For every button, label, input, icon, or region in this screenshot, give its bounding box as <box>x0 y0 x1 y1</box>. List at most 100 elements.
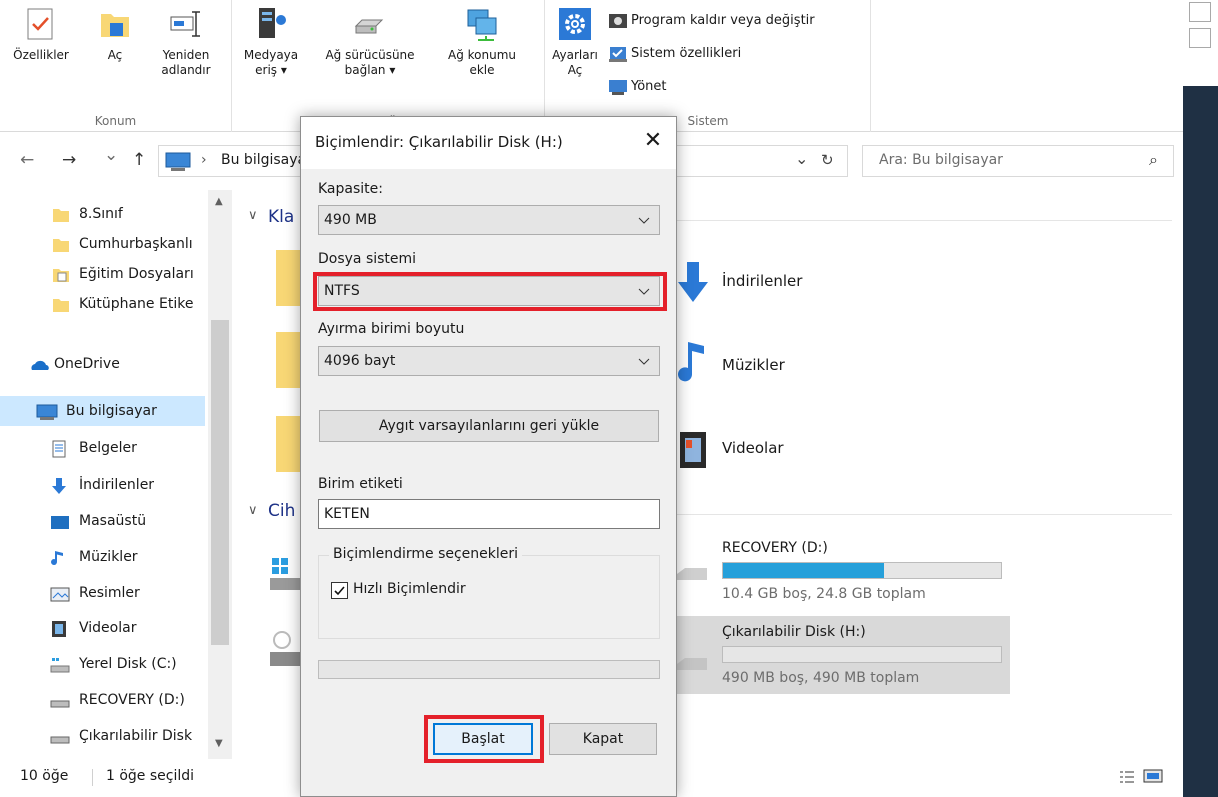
drive-tile-recovery[interactable]: RECOVERY (D:) 10.4 GB boş, 24.8 GB topla… <box>677 530 1012 612</box>
nav-item-egitim-dosyalari[interactable]: Eğitim Dosyaları <box>0 259 205 289</box>
nav-item-onedrive[interactable]: OneDrive <box>0 349 205 379</box>
search-box[interactable]: Ara: Bu bilgisayar ⌕ <box>862 145 1174 177</box>
drive-space-info: 10.4 GB boş, 24.8 GB toplam <box>722 586 926 602</box>
media-label-1: Medyaya <box>243 48 299 62</box>
search-placeholder: Ara: Bu bilgisayar <box>879 152 1003 168</box>
large-icons-view-icon[interactable] <box>1143 768 1163 788</box>
drive-name: Çıkarılabilir Disk (H:) <box>722 624 866 640</box>
section-devices-header[interactable]: Cih <box>268 501 295 521</box>
highlight-box-file-system <box>313 272 667 311</box>
scroll-down-arrow[interactable]: ▼ <box>215 738 223 749</box>
allocation-size-select[interactable]: 4096 bayt <box>318 346 660 376</box>
nav-item-recovery-d[interactable]: RECOVERY (D:) <box>0 685 205 715</box>
volume-label-input[interactable]: KETEN <box>318 499 660 529</box>
nav-item-label: İndirilenler <box>79 477 155 493</box>
nav-item-8sinif[interactable]: 8.Sınıf <box>0 199 205 229</box>
map-drive-label-2: bağlan ▾ <box>344 63 396 77</box>
downloads-arrow-icon <box>676 260 710 310</box>
nav-item-desktop[interactable]: Masaüstü <box>0 506 205 536</box>
up-button[interactable]: ↑ <box>132 151 146 169</box>
uninstall-icon <box>608 12 628 30</box>
nav-item-removable-disk[interactable]: Çıkarılabilir Disk <box>0 721 205 751</box>
computer-icon <box>36 402 58 420</box>
nav-item-videos[interactable]: Videolar <box>0 613 205 643</box>
windows-drive-icon <box>50 655 70 673</box>
nav-item-cumhurbaskanligi[interactable]: Cumhurbaşkanlı <box>0 229 205 259</box>
folder-videos-label[interactable]: Videolar <box>722 439 784 457</box>
forward-button[interactable]: → <box>62 151 76 169</box>
map-drive-label-1: Ağ sürücüsüne <box>325 48 415 62</box>
quick-format-label[interactable]: Hızlı Biçimlendir <box>353 581 466 597</box>
dialog-titlebar[interactable]: Biçimlendir: Çıkarılabilir Disk (H:) ✕ <box>301 117 676 169</box>
add-network-location-button[interactable]: Ağ konumu ekle <box>437 6 527 78</box>
open-settings-button[interactable]: Ayarları Aç <box>548 6 602 78</box>
nav-item-label: Yerel Disk (C:) <box>79 656 177 672</box>
nav-item-documents[interactable]: Belgeler <box>0 433 205 463</box>
restore-defaults-button[interactable]: Aygıt varsayılanlarını geri yükle <box>319 410 659 442</box>
format-progress-bar <box>318 660 660 679</box>
scroll-up-arrow[interactable]: ▲ <box>215 196 223 207</box>
manage-label: Yönet <box>631 79 667 94</box>
nav-scrollbar[interactable]: ▲ ▼ <box>208 190 232 759</box>
folder-icon <box>52 235 70 253</box>
drive-tile-removable[interactable]: Çıkarılabilir Disk (H:) 490 MB boş, 490 … <box>677 616 1010 694</box>
properties-icon <box>23 6 59 42</box>
close-button[interactable]: Kapat <box>549 723 657 755</box>
desktop-icon <box>50 512 69 530</box>
uninstall-program-button[interactable]: Program kaldır veya değiştir <box>608 11 815 31</box>
quick-format-checkbox[interactable] <box>331 582 348 599</box>
ribbon-group-label-location: Konum <box>94 114 137 128</box>
section-collapse-icon[interactable]: ∨ <box>248 208 258 223</box>
capacity-select[interactable]: 490 MB <box>318 205 660 235</box>
item-count: 10 öğe <box>20 768 69 784</box>
details-view-icon[interactable] <box>1119 770 1135 788</box>
recent-locations-button[interactable]: ⌄ <box>104 146 118 164</box>
rename-button[interactable]: Yeniden adlandır <box>148 6 224 78</box>
removable-drive-icon <box>50 727 70 745</box>
folder-music-label[interactable]: Müzikler <box>722 356 785 374</box>
media-server-icon <box>253 6 289 42</box>
folder-icon <box>52 205 70 223</box>
nav-item-downloads[interactable]: İndirilenler <box>0 470 205 500</box>
rename-label-1: Yeniden <box>162 48 210 62</box>
chevron-down-icon <box>637 347 651 375</box>
scroll-thumb[interactable] <box>211 320 229 645</box>
nav-item-pictures[interactable]: Resimler <box>0 578 205 608</box>
section-collapse-icon[interactable]: ∨ <box>248 503 258 518</box>
system-properties-icon <box>608 45 628 63</box>
nav-item-this-pc[interactable]: Bu bilgisayar <box>0 396 205 426</box>
drive-usage-bar <box>722 646 1002 663</box>
selection-count: 1 öğe seçildi <box>106 768 195 784</box>
onedrive-cloud-icon <box>30 355 49 373</box>
add-location-label-2: ekle <box>469 63 495 77</box>
media-access-button[interactable]: Medyaya eriş ▾ <box>239 6 303 78</box>
back-button[interactable]: ← <box>20 151 34 169</box>
section-divider <box>672 514 1172 515</box>
nav-item-label: Belgeler <box>79 440 137 456</box>
system-properties-button[interactable]: Sistem özellikleri <box>608 44 741 64</box>
open-label: Aç <box>107 48 123 62</box>
open-button[interactable]: Aç <box>92 6 138 63</box>
music-note-icon <box>676 340 710 394</box>
nav-item-kutuphane[interactable]: Kütüphane Etike <box>0 289 205 319</box>
folder-downloads-label[interactable]: İndirilenler <box>722 272 802 290</box>
rename-label-2: adlandır <box>161 63 211 77</box>
manage-button[interactable]: Yönet <box>608 77 667 97</box>
address-dropdown-icon[interactable]: ⌄ <box>795 149 808 168</box>
breadcrumb-this-pc[interactable]: Bu bilgisayar <box>221 152 312 168</box>
section-divider <box>672 220 1172 221</box>
dialog-close-icon[interactable]: ✕ <box>638 127 668 157</box>
allocation-size-label: Ayırma birimi boyutu <box>318 321 465 337</box>
refresh-icon[interactable]: ↻ <box>821 151 834 169</box>
map-network-drive-button[interactable]: Ağ sürücüsüne bağlan ▾ <box>307 6 433 78</box>
film-icon <box>678 430 708 474</box>
ribbon-group-location: Özellikler Aç Yeniden adlandır Konum <box>0 0 232 132</box>
drive-space-info: 490 MB boş, 490 MB toplam <box>722 670 920 686</box>
window-edge-top <box>1183 0 1218 86</box>
nav-item-local-disk-c[interactable]: Yerel Disk (C:) <box>0 649 205 679</box>
nav-item-music[interactable]: Müzikler <box>0 542 205 572</box>
properties-button[interactable]: Özellikler <box>8 6 74 63</box>
folder-icon <box>52 295 70 313</box>
section-folders-header[interactable]: Kla <box>268 207 294 227</box>
documents-icon <box>50 439 68 458</box>
